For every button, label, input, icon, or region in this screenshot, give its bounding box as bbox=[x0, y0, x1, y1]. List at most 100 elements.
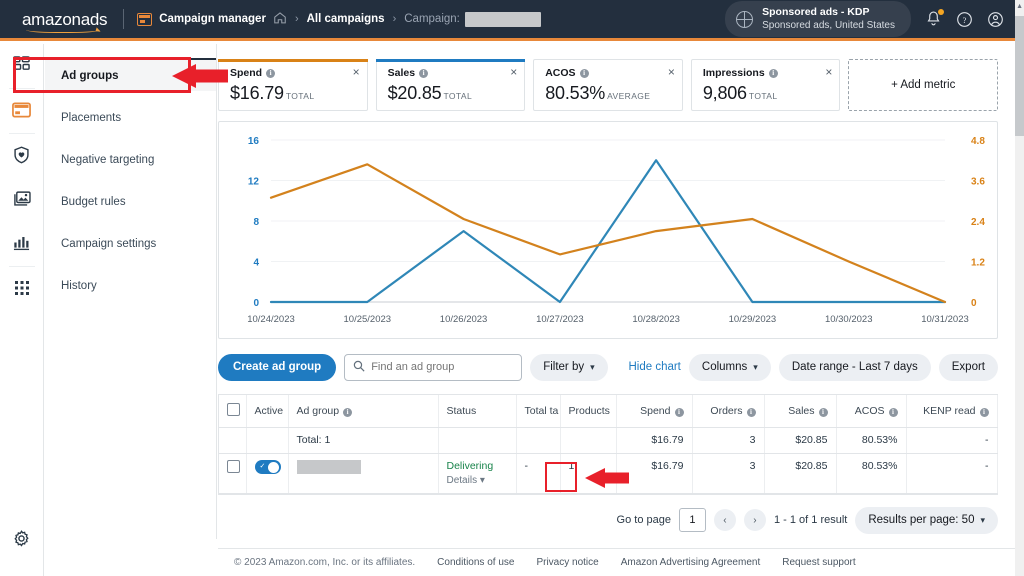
column-label: Orders bbox=[710, 405, 742, 417]
rail-item-measurement-reporting[interactable] bbox=[0, 222, 44, 266]
info-icon[interactable]: i bbox=[769, 69, 778, 78]
sidebar-item-budget-rules[interactable]: Budget rules bbox=[45, 187, 216, 217]
table-header-orders[interactable]: Ordersi bbox=[692, 395, 764, 428]
row-checkbox[interactable] bbox=[227, 460, 240, 473]
metric-label: ACOS bbox=[545, 67, 575, 79]
results-per-page-button[interactable]: Results per page: 50 ▾ bbox=[855, 507, 998, 534]
rail-item-all-apps[interactable] bbox=[0, 267, 44, 311]
info-icon[interactable]: i bbox=[747, 408, 756, 417]
table-header-total-targets[interactable]: Total ta bbox=[516, 395, 560, 428]
table-header-acos[interactable]: ACOSi bbox=[836, 395, 906, 428]
hide-chart-link[interactable]: Hide chart bbox=[628, 361, 680, 373]
scrollbar-thumb[interactable] bbox=[1015, 16, 1024, 136]
table-header-ad-group[interactable]: Ad groupi bbox=[288, 395, 438, 428]
column-label: Spend bbox=[640, 405, 670, 417]
table-header-active[interactable]: Active bbox=[246, 395, 288, 428]
date-range-button[interactable]: Date range - Last 7 days bbox=[779, 354, 931, 381]
table-header-products[interactable]: Products bbox=[560, 395, 616, 428]
info-icon[interactable]: i bbox=[980, 408, 989, 417]
amazon-smile-icon bbox=[26, 25, 100, 33]
performance-line-chart[interactable]: 048121601.22.43.64.810/24/202310/25/2023… bbox=[219, 122, 997, 338]
column-label: Active bbox=[255, 405, 284, 417]
metric-card-acos[interactable]: ACOS i × 80.53%AVERAGE bbox=[533, 59, 683, 111]
sidebar-item-label: Budget rules bbox=[61, 196, 126, 208]
close-icon[interactable]: × bbox=[510, 66, 517, 78]
main-content: Spend i × $16.79TOTAL Sales i × $20.85TO… bbox=[218, 44, 1024, 576]
active-toggle[interactable]: ✓ bbox=[255, 460, 281, 474]
rail-item-settings[interactable] bbox=[0, 518, 44, 562]
info-icon[interactable]: i bbox=[580, 69, 589, 78]
row-select-cell bbox=[219, 454, 246, 494]
copyright-text: © 2023 Amazon.com, Inc. or its affiliate… bbox=[234, 557, 415, 568]
notifications-bell-icon[interactable] bbox=[925, 10, 942, 28]
svg-text:16: 16 bbox=[248, 136, 260, 147]
rail-item-campaign-manager[interactable] bbox=[0, 89, 44, 133]
sidebar-item-history[interactable]: History bbox=[45, 271, 216, 301]
rail-item-creatives[interactable] bbox=[0, 178, 44, 222]
metric-card-sales[interactable]: Sales i × $20.85TOTAL bbox=[376, 59, 526, 111]
add-metric-button[interactable]: + Add metric bbox=[848, 59, 998, 111]
svg-text:10/30/2023: 10/30/2023 bbox=[825, 314, 873, 325]
home-icon[interactable] bbox=[273, 11, 287, 28]
next-page-button[interactable]: › bbox=[744, 509, 766, 531]
amazon-ads-logo[interactable]: amazonads bbox=[22, 11, 107, 28]
page-number-input[interactable] bbox=[679, 508, 706, 532]
footer-link-request-support[interactable]: Request support bbox=[782, 557, 855, 568]
globe-icon bbox=[736, 11, 753, 28]
info-icon[interactable]: i bbox=[266, 69, 275, 78]
close-icon[interactable]: × bbox=[825, 66, 832, 78]
metric-cards-row: Spend i × $16.79TOTAL Sales i × $20.85TO… bbox=[218, 44, 1024, 111]
chevron-down-icon: ▾ bbox=[980, 515, 985, 526]
table-header-spend[interactable]: Spendi bbox=[616, 395, 692, 428]
table-header-kenp-read[interactable]: KENP readi bbox=[906, 395, 997, 428]
footer-link-advertising-agreement[interactable]: Amazon Advertising Agreement bbox=[621, 557, 761, 568]
previous-page-button[interactable]: ‹ bbox=[714, 509, 736, 531]
svg-text:10/26/2023: 10/26/2023 bbox=[440, 314, 488, 325]
filter-by-button[interactable]: Filter by ▾ bbox=[530, 354, 607, 381]
export-button[interactable]: Export bbox=[939, 354, 998, 381]
total-sales-cell: $20.85 bbox=[764, 428, 836, 454]
metric-card-impressions[interactable]: Impressions i × 9,806TOTAL bbox=[691, 59, 841, 111]
breadcrumb-campaign-manager[interactable]: Campaign manager bbox=[159, 13, 266, 25]
ad-group-name-redacted bbox=[297, 460, 361, 474]
footer-link-privacy-notice[interactable]: Privacy notice bbox=[536, 557, 598, 568]
row-orders-cell: 3 bbox=[692, 454, 764, 494]
total-label-cell: Total: 1 bbox=[288, 428, 438, 454]
info-icon[interactable]: i bbox=[819, 408, 828, 417]
columns-label: Columns bbox=[702, 361, 747, 373]
sidebar-item-campaign-settings[interactable]: Campaign settings bbox=[45, 229, 216, 259]
help-icon[interactable]: ? bbox=[956, 11, 973, 28]
top-navigation-bar: amazonads Campaign manager › All campaig… bbox=[0, 0, 1024, 41]
sidebar-item-negative-targeting[interactable]: Negative targeting bbox=[45, 145, 216, 175]
dashboard-icon bbox=[13, 56, 30, 76]
info-icon[interactable]: i bbox=[675, 408, 684, 417]
page-scrollbar[interactable]: ▲ bbox=[1015, 0, 1024, 576]
details-dropdown[interactable]: Details ▾ bbox=[447, 475, 508, 486]
results-per-page-label: Results per page: 50 bbox=[868, 514, 974, 526]
svg-text:2.4: 2.4 bbox=[971, 217, 985, 228]
row-ad-group-name-cell[interactable] bbox=[288, 454, 438, 494]
rail-item-brand-protection[interactable] bbox=[0, 134, 44, 178]
create-ad-group-button[interactable]: Create ad group bbox=[218, 354, 336, 381]
table-header-status[interactable]: Status bbox=[438, 395, 516, 428]
sidebar-item-placements[interactable]: Placements bbox=[45, 103, 216, 133]
info-icon[interactable]: i bbox=[343, 408, 352, 417]
info-icon[interactable]: i bbox=[419, 69, 428, 78]
search-input[interactable] bbox=[371, 361, 513, 373]
metric-card-spend[interactable]: Spend i × $16.79TOTAL bbox=[218, 59, 368, 111]
svg-text:0: 0 bbox=[253, 298, 259, 309]
account-switcher[interactable]: Sponsored ads - KDP Sponsored ads, Unite… bbox=[725, 1, 911, 37]
table-header-sales[interactable]: Salesi bbox=[764, 395, 836, 428]
footer-link-conditions-of-use[interactable]: Conditions of use bbox=[437, 557, 514, 568]
select-all-checkbox[interactable] bbox=[227, 403, 240, 416]
rail-item-dashboard[interactable] bbox=[0, 44, 44, 88]
breadcrumb-all-campaigns[interactable]: All campaigns bbox=[307, 13, 385, 25]
column-label: Total ta bbox=[525, 405, 559, 417]
search-ad-group-field[interactable] bbox=[344, 354, 522, 381]
close-icon[interactable]: × bbox=[668, 66, 675, 78]
scroll-up-arrow-icon[interactable]: ▲ bbox=[1016, 3, 1023, 10]
columns-button[interactable]: Columns ▾ bbox=[689, 354, 771, 381]
account-avatar-icon[interactable] bbox=[987, 11, 1004, 28]
info-icon[interactable]: i bbox=[889, 408, 898, 417]
close-icon[interactable]: × bbox=[353, 66, 360, 78]
